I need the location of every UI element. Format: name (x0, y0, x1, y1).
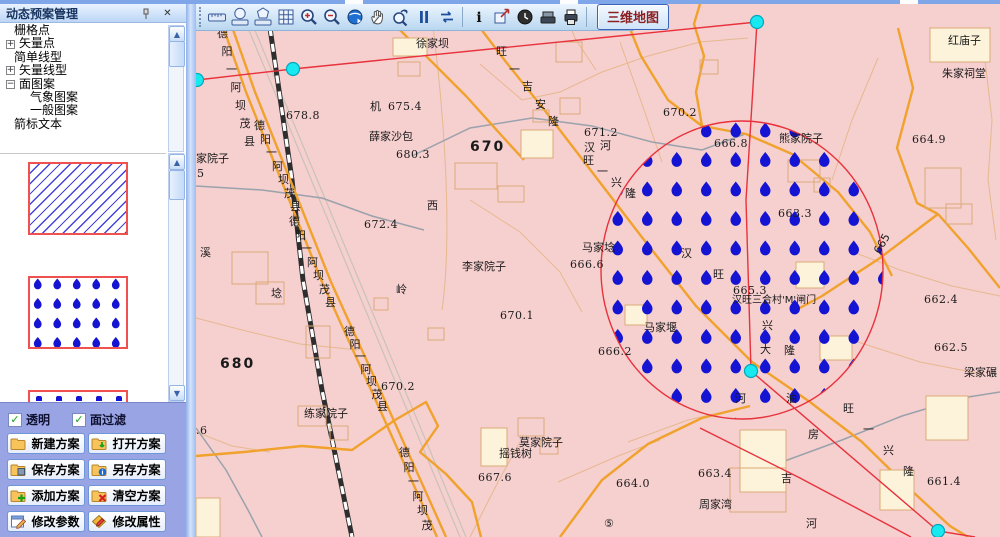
application-window: 徐家坝薛家沙包678.8机675.4680.3670西672.4溪岭埝68067… (0, 0, 1000, 537)
measure-polygon-icon[interactable] (251, 6, 274, 29)
3d-map-button[interactable]: 三维地图 (597, 4, 669, 30)
button-label: 打开方案 (110, 435, 163, 452)
tree-scrollbar[interactable]: ▲ (168, 25, 184, 152)
folder-add-button[interactable]: 添加方案 (7, 485, 85, 506)
button-label: 修改参数 (29, 513, 82, 530)
tree-item-矢量点[interactable]: + 矢量点 (0, 37, 166, 50)
pause-icon[interactable] (412, 6, 435, 29)
expand-icon[interactable]: + (6, 40, 15, 49)
tree-item-label: 面图案 (19, 78, 55, 91)
preview-scrollbar[interactable]: ▲▼ (168, 153, 184, 402)
tree-item-栅格点[interactable]: 栅格点 (0, 24, 166, 37)
panel-splitter[interactable] (186, 4, 196, 537)
svg-text:i: i (101, 468, 103, 476)
partial-pattern-swatch[interactable] (28, 390, 128, 402)
tree-item-一般图案[interactable]: 一般图案 (0, 104, 166, 117)
tree-item-简单线型[interactable]: 简单线型 (0, 51, 166, 64)
button-label: 清空方案 (110, 487, 163, 504)
zoom-out-icon[interactable] (320, 6, 343, 29)
toolbar-separator (586, 7, 587, 27)
measure-circle-icon[interactable] (228, 6, 251, 29)
hazard-zone-circle[interactable] (601, 121, 883, 419)
folder-open-button[interactable]: 打开方案 (88, 433, 166, 454)
checkbox-box[interactable]: ✓ (8, 413, 22, 427)
panel-title: 动态预案管理 (6, 5, 78, 22)
expand-icon[interactable]: + (6, 66, 15, 75)
tree-item-label: 箭标文本 (14, 118, 62, 131)
tree-item-label: 矢量点 (19, 37, 55, 50)
ruler-icon[interactable] (205, 6, 228, 29)
plan-controls: ✓ 透明 ✓ 面过滤 新建方案 打开方案保存方案 i 另存方案添加方案 清空方案修改参数 修改属… (0, 402, 186, 537)
layer-tree: 栅格点 + 矢量点简单线型 + 矢量线型−面图案气象图案一般图案箭标文本 (0, 24, 166, 152)
tree-item-矢量线型[interactable]: + 矢量线型 (0, 64, 166, 77)
button-label: 保存方案 (29, 461, 82, 478)
map-toolbar: i 三维地图 (196, 4, 634, 31)
button-label: 新建方案 (29, 435, 82, 452)
folder-saveas-button[interactable]: i 另存方案 (88, 459, 166, 480)
button-label: 修改属性 (110, 513, 163, 530)
tree-item-label: 一般图案 (30, 104, 78, 117)
button-label: 另存方案 (110, 461, 163, 478)
globe-icon[interactable] (343, 6, 366, 29)
tree-item-label: 栅格点 (14, 24, 50, 37)
map-handle[interactable] (196, 74, 204, 87)
refresh-icon[interactable] (435, 6, 458, 29)
scanner-icon[interactable] (536, 6, 559, 29)
pin-icon[interactable] (139, 7, 152, 20)
map-handle[interactable] (932, 525, 945, 537)
tree-item-label: 矢量线型 (19, 64, 67, 77)
close-icon[interactable]: ✕ (161, 7, 174, 20)
zoom-previous-icon[interactable] (389, 6, 412, 29)
grid-icon[interactable] (274, 6, 297, 29)
button-label: 添加方案 (29, 487, 82, 504)
pattern-preview-list (0, 153, 166, 403)
edit-props-button[interactable]: 修改属性 (88, 511, 166, 532)
edit-params-button[interactable]: 修改参数 (7, 511, 85, 532)
printer-icon[interactable] (559, 6, 582, 29)
toolbar-grip[interactable] (199, 7, 201, 27)
folder-save-button[interactable]: 保存方案 (7, 459, 85, 480)
raindrop-pattern-swatch[interactable] (28, 276, 128, 349)
plan-manager-panel: 动态预案管理 ✕ 栅格点 + 矢量点简单线型 + 矢量线型−面图案气象图案一般图案箭标文… (0, 4, 187, 537)
info-icon[interactable]: i (467, 6, 490, 29)
folder-clear-button[interactable]: 清空方案 (88, 485, 166, 506)
tree-item-气象图案[interactable]: 气象图案 (0, 91, 166, 104)
checkbox-label: 透明 (26, 411, 50, 428)
map-canvas[interactable]: 徐家坝薛家沙包678.8机675.4680.3670西672.4溪岭埝68067… (196, 4, 1000, 537)
checkbox-面过滤[interactable]: ✓ 面过滤 (72, 411, 126, 428)
map-handle[interactable] (751, 16, 764, 29)
checkbox-box[interactable]: ✓ (72, 413, 86, 427)
toolbar-separator (462, 7, 463, 27)
pan-hand-icon[interactable] (366, 6, 389, 29)
map-handle[interactable] (287, 63, 300, 76)
tree-item-label: 简单线型 (14, 51, 62, 64)
folder-new-button[interactable]: 新建方案 (7, 433, 85, 454)
checkbox-透明[interactable]: ✓ 透明 (8, 411, 50, 428)
panel-title-bar: 动态预案管理 ✕ (0, 4, 186, 23)
hatch-pattern-swatch[interactable] (28, 162, 128, 235)
checkbox-label: 面过滤 (90, 411, 126, 428)
export-icon[interactable] (490, 6, 513, 29)
zoom-in-icon[interactable] (297, 6, 320, 29)
tree-item-面图案[interactable]: −面图案 (0, 78, 166, 91)
clock-icon[interactable] (513, 6, 536, 29)
map-handle[interactable] (745, 365, 758, 378)
collapse-icon[interactable]: − (6, 80, 15, 89)
tree-item-箭标文本[interactable]: 箭标文本 (0, 118, 166, 131)
svg-text:i: i (476, 10, 481, 26)
